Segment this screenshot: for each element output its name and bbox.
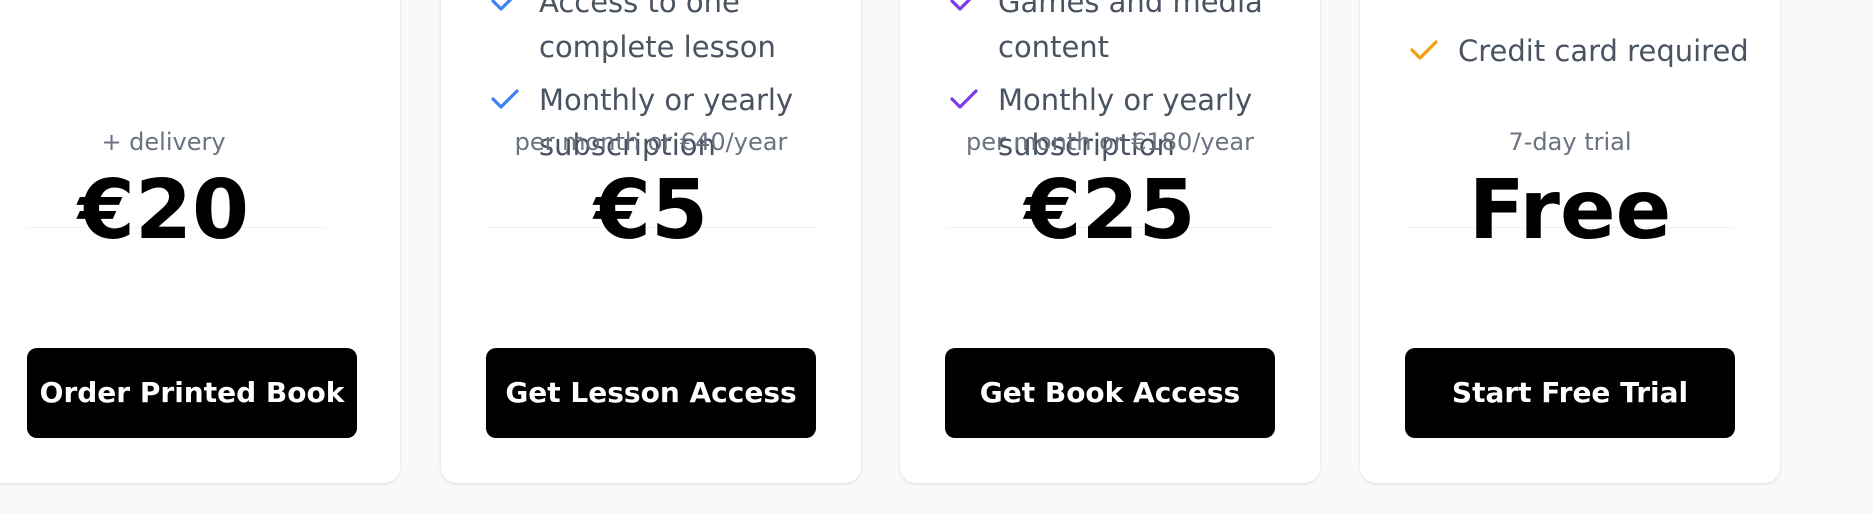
order-printed-book-button[interactable]: Order Printed Book <box>27 348 357 438</box>
checkmark-icon <box>1410 40 1438 60</box>
checkmark-icon <box>491 89 519 109</box>
feature-item: Credit card required <box>1410 29 1749 74</box>
price-note: + delivery <box>101 128 226 156</box>
price: €20 <box>77 163 250 258</box>
pricing-card-lesson: Access to one complete lesson Monthly or… <box>441 0 861 483</box>
feature-text: Access to one <box>539 0 740 19</box>
pricing-card-book: Games and media content Monthly or yearl… <box>900 0 1320 483</box>
feature-text: Credit card required <box>1458 34 1749 68</box>
feature-text: Monthly or yearly <box>998 83 1253 117</box>
price-note: 7-day trial <box>1508 128 1632 156</box>
get-book-access-button[interactable]: Get Book Access <box>945 348 1275 438</box>
feature-item: Access to one complete lesson <box>491 0 776 70</box>
price-note: per month or €40/year <box>514 128 788 156</box>
price: Free <box>1468 163 1672 258</box>
feature-text: Games and media <box>998 0 1263 19</box>
feature-text: content <box>998 30 1110 64</box>
checkmark-icon <box>950 89 978 109</box>
feature-text: complete lesson <box>539 30 776 64</box>
pricing-card-free-trial: subscribing Credit card required 7-day t… <box>1360 0 1780 483</box>
feature-text: Monthly or yearly <box>539 83 794 117</box>
pricing-card-printed-book: level + delivery €20 Order Printed Book <box>0 0 400 483</box>
start-free-trial-button[interactable]: Start Free Trial <box>1405 348 1735 438</box>
price: €25 <box>1024 163 1196 258</box>
feature-item: Games and media content <box>950 0 1263 70</box>
price: €5 <box>593 163 709 258</box>
get-lesson-access-button[interactable]: Get Lesson Access <box>486 348 816 438</box>
price-note: per month or €180/year <box>966 128 1254 156</box>
checkmark-icon <box>491 0 513 11</box>
checkmark-icon <box>950 0 972 11</box>
